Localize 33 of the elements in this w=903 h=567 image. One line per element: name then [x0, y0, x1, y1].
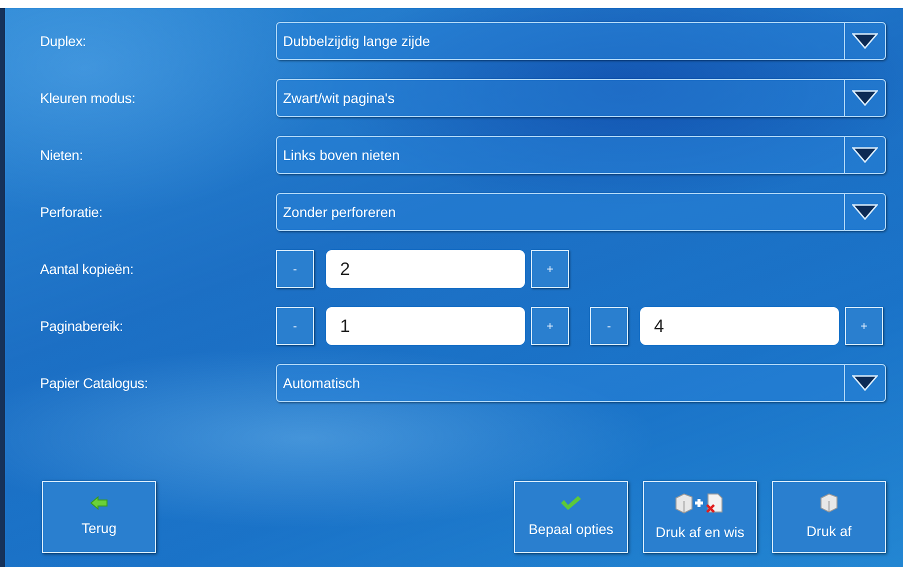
number-field[interactable]: 2 [326, 250, 525, 288]
minus-button[interactable]: - [276, 250, 314, 288]
field-label: Aantal kopieën: [40, 260, 135, 279]
field-label: Perforatie: [40, 202, 104, 222]
dropdown[interactable]: Zwart/wit pagina's [276, 79, 886, 117]
dropdown[interactable]: Links boven nieten [276, 136, 886, 174]
plus-button[interactable]: + [531, 250, 569, 288]
caret-icon [852, 204, 878, 220]
caret-icon [852, 147, 878, 163]
field-label: Duplex: [40, 32, 88, 51]
number-field[interactable]: 4 [640, 307, 839, 345]
field-label: Kleuren modus: [40, 88, 136, 108]
caret-icon [852, 90, 878, 106]
number-field[interactable]: 1 [326, 307, 525, 345]
minus-button[interactable]: - [276, 307, 314, 345]
field-label: Nieten: [40, 146, 84, 164]
caret-icon [852, 33, 878, 49]
printer-icon [820, 492, 838, 512]
field-label: Papier Catalogus: [40, 374, 149, 393]
caret-icon [852, 375, 878, 391]
dropdown[interactable]: Dubbelzijdig lange zijde [276, 22, 886, 60]
check-icon [560, 494, 582, 510]
toolbar-button[interactable]: Druk af [772, 481, 886, 553]
dropdown[interactable]: Zonder perforeren [276, 193, 886, 231]
toolbar-button[interactable]: Bepaal opties [514, 481, 628, 553]
plus-button[interactable]: + [531, 307, 569, 345]
minus-button[interactable]: - [590, 307, 628, 345]
arrow-icon [90, 496, 108, 510]
plus-button[interactable]: + [845, 307, 883, 345]
toolbar-button[interactable]: Terug [42, 481, 156, 553]
field-label: Paginabereik: [40, 316, 124, 336]
dropdown[interactable]: Automatisch [276, 364, 886, 402]
toolbar-button[interactable]: Druk af en wis [643, 481, 757, 553]
